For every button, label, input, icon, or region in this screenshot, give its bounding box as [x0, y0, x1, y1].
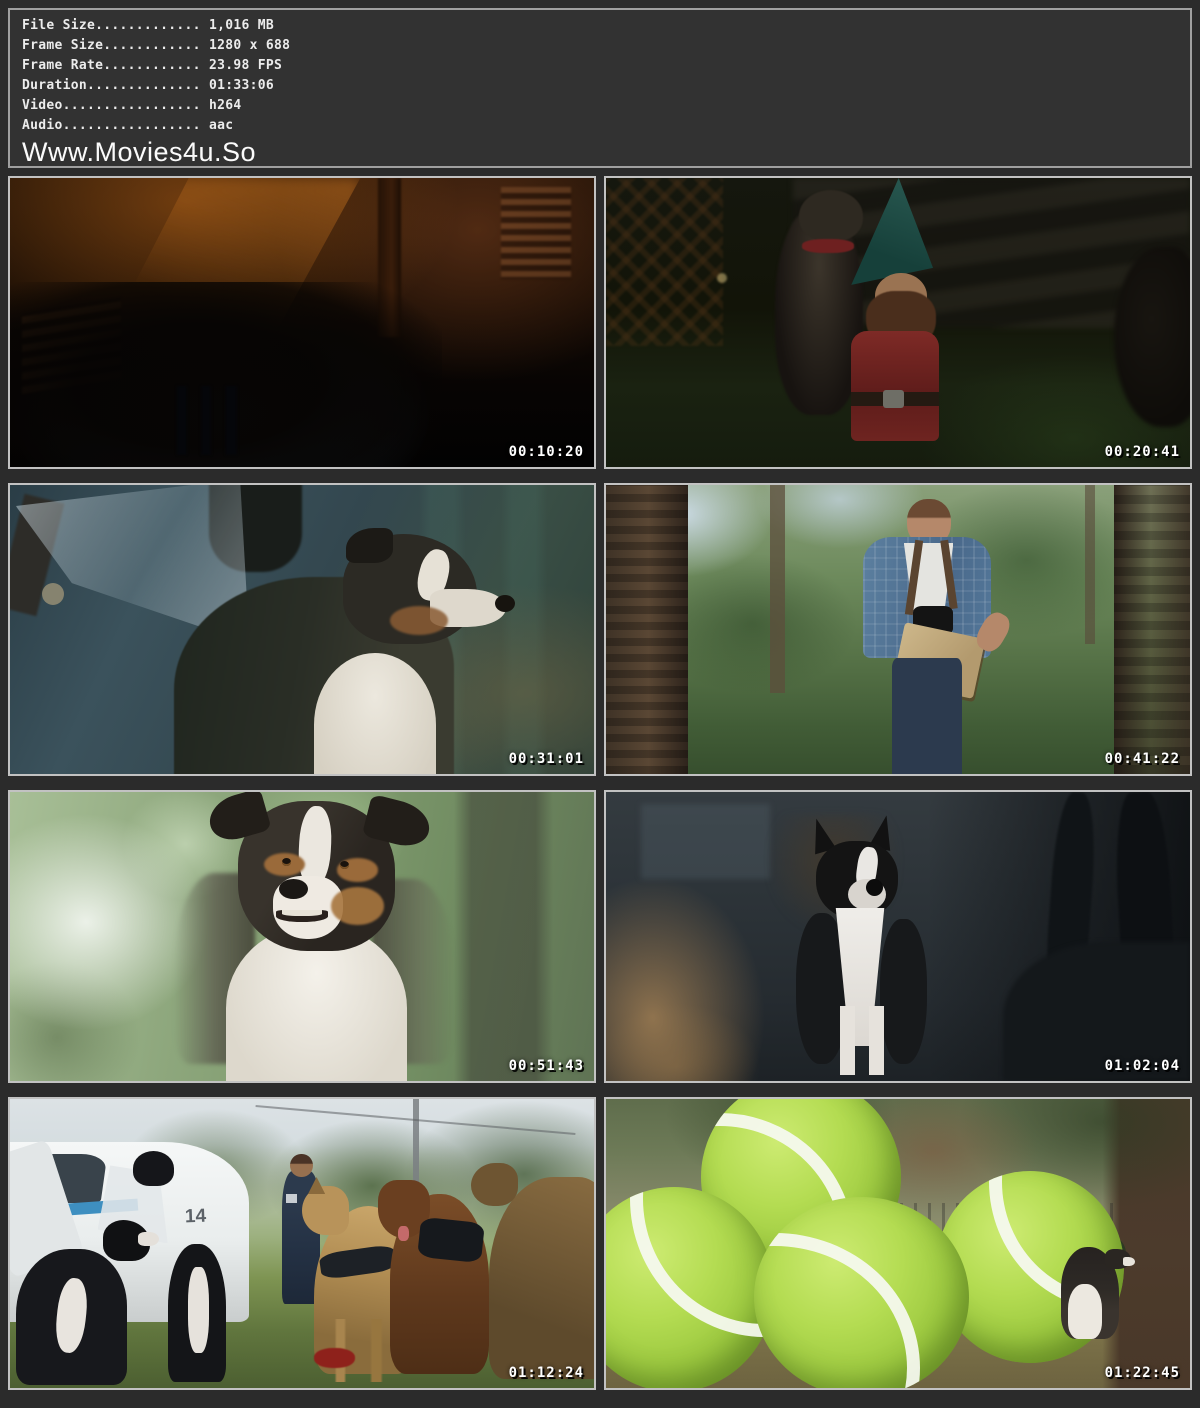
- brick-window-shutter: [501, 187, 571, 279]
- scene-k9-yard: 14: [10, 1099, 594, 1388]
- boston-terrier-chest: [188, 1267, 208, 1354]
- media-info-row-framesize: Frame Size............ 1280 x 688: [22, 36, 1180, 56]
- dog-tag: [42, 583, 64, 605]
- dark-animal-silhouette: [1114, 247, 1192, 426]
- shepherd-right-head: [471, 1163, 518, 1206]
- handler-badge: [286, 1194, 297, 1203]
- info-label: Audio: [22, 118, 63, 133]
- terrier-front-leg2: [869, 1006, 884, 1075]
- pine-trunk-thin: [770, 485, 785, 693]
- cone-dog-head: [133, 1151, 174, 1186]
- media-info-row-video: Video................. h264: [22, 96, 1180, 116]
- man-pants: [892, 658, 962, 774]
- media-info-row-filesize: File Size............. 1,016 MB: [22, 16, 1180, 36]
- handler-head: [290, 1154, 312, 1177]
- info-value: 01:33:06: [209, 78, 274, 93]
- info-value: aac: [209, 118, 233, 133]
- scene-giant-tennis-balls: [606, 1099, 1190, 1388]
- screenshot-grid: 00:10:20 00:20:41: [8, 176, 1192, 1390]
- screenshot-1: 00:10:20: [8, 176, 596, 469]
- info-dots: .................: [63, 98, 201, 113]
- info-dots: ............: [103, 58, 201, 73]
- tan-cheek: [331, 887, 384, 925]
- timestamp-overlay: 00:20:41: [1105, 444, 1180, 460]
- bokeh-light: [717, 273, 727, 283]
- van-number: 14: [185, 1206, 207, 1229]
- pine-trunk-right: [1114, 485, 1192, 774]
- terrier-head: [799, 190, 863, 242]
- media-info-panel: File Size............. 1,016 MB Frame Si…: [8, 8, 1192, 168]
- page: { "colors": { "page_bg": "#2b2b2b", "pan…: [0, 8, 1200, 1408]
- info-dots: ..............: [87, 78, 201, 93]
- red-collar: [802, 239, 855, 253]
- screenshot-3: 00:31:01: [8, 483, 596, 776]
- terrier-front-leg: [840, 1006, 855, 1075]
- info-label: File Size: [22, 18, 95, 33]
- red-toy: [314, 1348, 355, 1368]
- media-info-row-audio: Audio................. aac: [22, 116, 1180, 136]
- shepherd-right: [489, 1177, 596, 1379]
- scene-gnome-night: [606, 178, 1190, 467]
- terrier-body-right: [880, 919, 927, 1064]
- info-value: h264: [209, 98, 242, 113]
- screenshot-8: 01:22:45: [604, 1097, 1192, 1390]
- screenshot-7: 14 01:12:24: [8, 1097, 596, 1390]
- site-watermark: Www.Movies4u.So: [22, 137, 1180, 167]
- info-value: 1,016 MB: [209, 18, 274, 33]
- screenshot-5: 00:51:43: [8, 790, 596, 1083]
- info-label: Duration: [22, 78, 87, 93]
- scene-boston-terrier: [606, 792, 1190, 1081]
- blurry-window: [641, 804, 769, 879]
- pine-trunk-left: [604, 485, 688, 774]
- screenshot-6: 01:02:04: [604, 790, 1192, 1083]
- info-label: Frame Rate: [22, 58, 103, 73]
- dog-nose: [279, 879, 308, 899]
- shepherd-ear: [346, 528, 393, 563]
- gnome-coat: [851, 331, 939, 441]
- shepherd-nose: [495, 595, 515, 612]
- shepherd-dog-chest: [1068, 1284, 1102, 1339]
- pine-trunk-thin2: [1085, 485, 1096, 644]
- timestamp-overlay: 00:41:22: [1105, 751, 1180, 767]
- dog-teeth: [282, 910, 323, 916]
- screenshot-2: 00:20:41: [604, 176, 1192, 469]
- scene-night-garage: [10, 178, 594, 467]
- info-dots: .................: [63, 118, 201, 133]
- dog-legs-silhouette: [168, 386, 250, 455]
- screenshot-4: 00:41:22: [604, 483, 1192, 776]
- bloodhound-tongue: [398, 1226, 409, 1240]
- timestamp-overlay: 01:12:24: [509, 1365, 584, 1381]
- scene-forest-man: [606, 485, 1190, 774]
- info-dots: .............: [95, 18, 201, 33]
- media-info-row-framerate: Frame Rate............ 23.98 FPS: [22, 56, 1180, 76]
- scene-cone-dog-barn: [10, 485, 594, 774]
- timestamp-overlay: 01:02:04: [1105, 1058, 1180, 1074]
- media-info-row-duration: Duration.............. 01:33:06: [22, 76, 1180, 96]
- bloodhound-vest: [417, 1217, 485, 1264]
- tennis-ball-left: [604, 1187, 774, 1390]
- info-value: 23.98 FPS: [209, 58, 282, 73]
- scene-aussie-portrait: [10, 792, 594, 1081]
- timestamp-overlay: 01:22:45: [1105, 1365, 1180, 1381]
- info-label: Frame Size: [22, 38, 103, 53]
- tan-marking: [390, 606, 448, 635]
- info-value: 1280 x 688: [209, 38, 290, 53]
- info-label: Video: [22, 98, 63, 113]
- timestamp-overlay: 00:10:20: [509, 444, 584, 460]
- tennis-ball-front: [754, 1197, 969, 1390]
- info-dots: ............: [103, 38, 201, 53]
- timestamp-overlay: 00:51:43: [509, 1058, 584, 1074]
- timestamp-overlay: 00:31:01: [509, 751, 584, 767]
- gnome-buckle: [883, 390, 903, 407]
- lattice-fence: [606, 178, 723, 346]
